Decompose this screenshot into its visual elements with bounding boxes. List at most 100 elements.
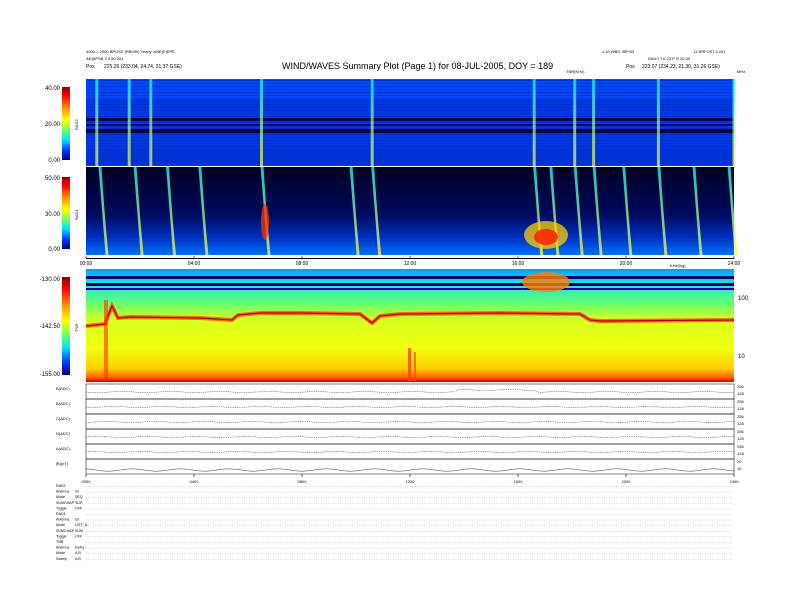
time-axis-tick xyxy=(517,256,519,259)
time-axis-label: 24:00 xyxy=(728,261,741,267)
strip-trace xyxy=(85,389,735,393)
strip-right-tick: 128 xyxy=(737,451,744,456)
info-label: Antenna xyxy=(56,490,69,494)
strip-right-tick: 128 xyxy=(737,421,744,426)
tnr-right-top-label: KHz(log) xyxy=(670,263,686,268)
info-label: TNR xyxy=(56,540,64,544)
summary-plot: 40.00 20.00 0.00 50.00 30.00 0.00 -130.0… xyxy=(40,79,749,561)
strip-trace xyxy=(85,451,735,453)
tnr-spectrogram xyxy=(85,269,735,382)
bottom-axis-tick xyxy=(625,474,627,477)
rad1-tick-mid: 30.00 xyxy=(45,212,61,218)
info-label: Sweep xyxy=(56,557,67,561)
strip-frame xyxy=(85,458,735,475)
info-value: Sx xyxy=(75,490,79,494)
tnr-colorbar xyxy=(62,277,70,375)
bottom-axis-tick xyxy=(301,474,303,477)
rad2-burst xyxy=(592,79,596,166)
tnr-panel-label: TNR xyxy=(74,324,79,332)
rad1-tick-top: 50.00 xyxy=(45,176,61,182)
info-value: Ey/Ey xyxy=(75,546,85,550)
time-axis-label: 16:00 xyxy=(512,261,525,267)
info-label: Mode xyxy=(56,551,65,555)
info-value: SEQ xyxy=(75,495,83,499)
rad1-panel-label: RAD1 xyxy=(74,209,79,220)
time-axis-tick xyxy=(733,256,735,259)
strip-right-tick: 20 xyxy=(737,459,742,464)
time-axis-label: 08:00 xyxy=(296,261,309,267)
time-axis: 00:00 04:00 08:00 12:00 16:00 20:00 24:00 xyxy=(80,256,741,267)
bottom-axis-label: 0400 xyxy=(190,479,200,484)
bottom-axis-tick xyxy=(517,474,519,477)
bottom-axis-label: 0000 xyxy=(82,479,92,484)
info-value: SUM xyxy=(75,529,83,533)
tnr-tick-mid: -142.50 xyxy=(40,324,61,330)
info-label: SUMCHAP xyxy=(56,529,75,533)
rad2-tick-top: 40.00 xyxy=(45,86,61,92)
bottom-axis-tick xyxy=(409,474,411,477)
time-axis-tick xyxy=(301,256,303,259)
info-value: OFF xyxy=(75,534,83,538)
tnr-right-tick-100: 100 xyxy=(738,296,749,302)
bottom-axis-tick xyxy=(193,474,195,477)
time-axis-label: 04:00 xyxy=(188,261,201,267)
strip-right-tick: 256 xyxy=(737,384,744,389)
strip-right-tick: 10 xyxy=(737,466,742,471)
info-value: OFF xyxy=(75,506,83,510)
info-block: RAD2Antenna SxMode SEQSUMCHAP SUPToggle OFFR… xyxy=(56,484,732,561)
time-axis-tick xyxy=(409,256,411,259)
rad2-burst xyxy=(260,79,263,166)
info-label: Antenna xyxy=(56,518,69,522)
bottom-axis-tick xyxy=(85,474,87,477)
info-value: SUP xyxy=(75,501,83,505)
info-label: Antenna xyxy=(56,546,69,550)
bottom-axis-label: 2000 xyxy=(622,479,632,484)
bottom-time-axis: 0000 0400 0800 1200 1600 2000 2400 xyxy=(82,474,740,484)
rad2-colorbar xyxy=(62,87,70,160)
info-label: RAD1 xyxy=(56,512,66,516)
info-label: SUMCHAP xyxy=(56,501,75,505)
rad2-burst xyxy=(370,79,374,166)
rad2-tick-mid: 20.00 xyxy=(45,122,61,128)
info-label: Mode xyxy=(56,495,65,499)
strip-label: N(ADC) xyxy=(56,431,71,436)
tnr-right-tick-10: 10 xyxy=(738,354,745,360)
info-value: LIST_A xyxy=(75,523,88,527)
rad2-burst xyxy=(573,79,577,166)
strip-plots: B(ADC) 256 128 B(ADC) 256 128 C(ADC) 256 128 N(AD… xyxy=(56,383,744,475)
rad2-burst xyxy=(656,79,660,166)
time-axis-tick xyxy=(625,256,627,259)
rad2-burst xyxy=(732,79,736,166)
time-axis-tick xyxy=(85,256,87,259)
strip-right-tick: 128 xyxy=(737,406,744,411)
time-axis-label: 20:00 xyxy=(620,261,633,267)
rad1-tick-bottom: 0.00 xyxy=(48,247,60,253)
info-label: Toggle xyxy=(56,506,67,510)
strip-trace xyxy=(85,406,735,408)
strip-label: B(ADC) xyxy=(56,386,70,391)
bottom-axis-label: 1200 xyxy=(406,479,416,484)
strip-right-tick: 256 xyxy=(737,444,744,449)
strip-trace xyxy=(85,468,735,472)
tnr-tick-top: -130.00 xyxy=(40,277,61,283)
rad2-burst xyxy=(532,79,536,166)
tnr-tick-bottom: -155.00 xyxy=(40,372,61,378)
info-label: Mode xyxy=(56,523,65,527)
strip-trace xyxy=(85,436,735,438)
bottom-axis-tick xyxy=(733,474,735,477)
bottom-axis-label: 2400 xyxy=(730,479,740,484)
strip-right-tick: 256 xyxy=(737,429,744,434)
rad2-burst xyxy=(149,79,153,166)
strip-right-tick: 128 xyxy=(737,436,744,441)
time-axis-label: 00:00 xyxy=(80,261,93,267)
info-value: A,B, xyxy=(75,557,82,561)
strip-right-tick: 256 xyxy=(737,399,744,404)
strip-trace xyxy=(85,421,735,423)
strip-label: |B|(nT) xyxy=(56,461,69,466)
rad2-spectrogram xyxy=(86,79,736,166)
rad2-burst xyxy=(95,79,99,166)
strip-label: C(ADC) xyxy=(56,416,71,421)
rad2-burst xyxy=(127,79,131,166)
bottom-axis-label: 0800 xyxy=(298,479,308,484)
time-axis-label: 12:00 xyxy=(404,261,417,267)
